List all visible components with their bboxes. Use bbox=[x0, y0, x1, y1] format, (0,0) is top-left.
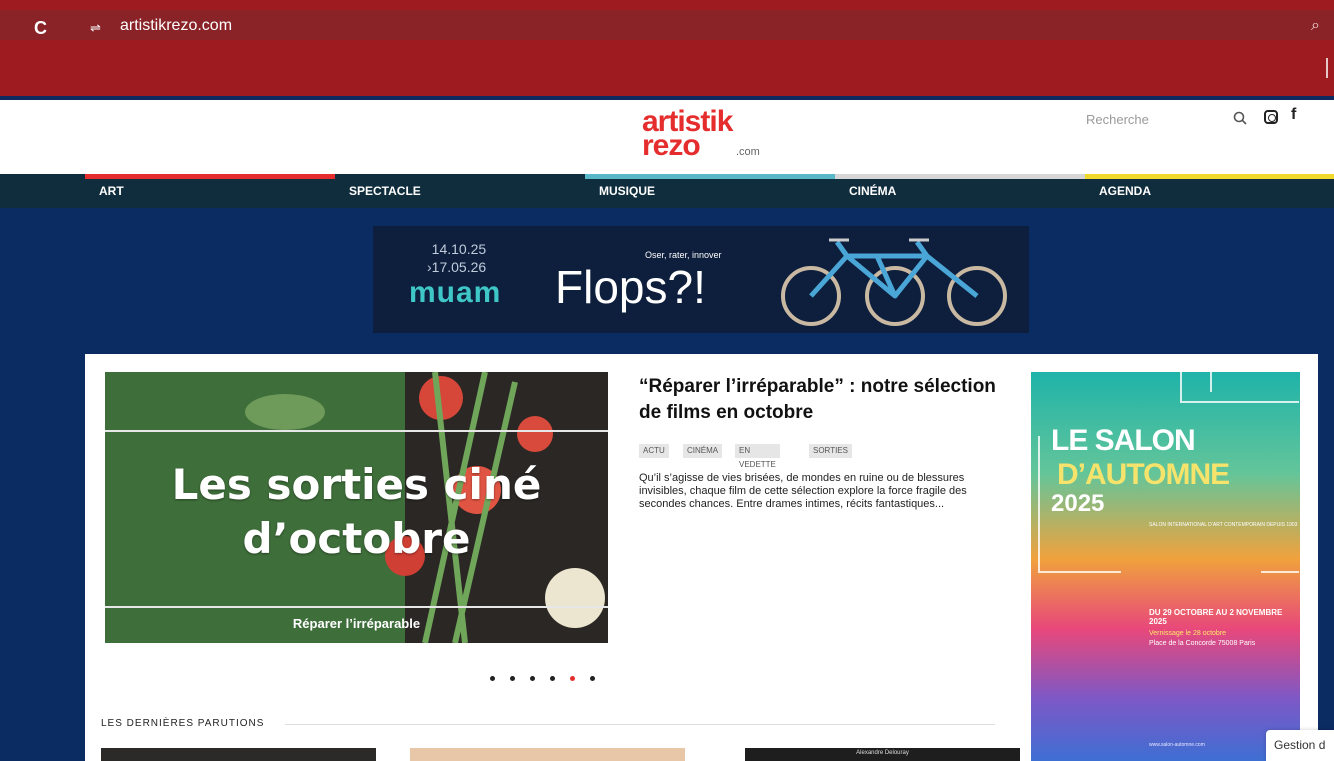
nav-label: CINÉMA bbox=[849, 184, 897, 198]
instagram-icon[interactable] bbox=[1264, 110, 1278, 124]
nav-label: AGENDA bbox=[1099, 184, 1152, 198]
logo-word-rezo: rezo bbox=[642, 129, 701, 162]
featured-slide[interactable]: Les sorties ciné d’octobre Réparer l’irr… bbox=[105, 372, 608, 643]
ad-date-start: 14.10.25 bbox=[431, 241, 487, 257]
tag-cinema[interactable]: CINÉMA bbox=[683, 444, 723, 458]
thumb-label: Alexandre Delouray bbox=[856, 750, 909, 756]
address-bar[interactable]: C ⇌ artistikrezo.com ⌕ bbox=[0, 10, 1334, 40]
nav-stripe bbox=[835, 174, 1085, 179]
tag-actu[interactable]: ACTU bbox=[639, 444, 669, 458]
side-ad-vernissage: Vernissage le 28 octobre bbox=[1149, 630, 1227, 637]
nav-item-agenda[interactable]: AGENDA bbox=[1085, 174, 1334, 208]
nav-stripe bbox=[585, 174, 835, 179]
latest-thumb[interactable] bbox=[101, 748, 376, 761]
latest-section-title: LES DERNIÈRES PARUTIONS bbox=[101, 718, 265, 729]
side-ad-dates: DU 29 OCTOBRE AU 2 NOVEMBRE 2025 bbox=[1149, 608, 1283, 626]
browser-search-icon[interactable]: ⌕ bbox=[1311, 15, 1320, 37]
nav-label: SPECTACLE bbox=[349, 184, 421, 198]
main-content: Les sorties ciné d’octobre Réparer l’irr… bbox=[85, 354, 1318, 761]
slider-dot[interactable] bbox=[550, 676, 555, 681]
reload-icon[interactable]: C bbox=[34, 18, 54, 38]
site-logo[interactable]: artistik rezo .com bbox=[640, 107, 780, 168]
slider-dots bbox=[490, 676, 610, 686]
side-ad[interactable]: LE SALON D’AUTOMNE 2025 SALON INTERNATIO… bbox=[1031, 372, 1300, 761]
slider-dot-active[interactable] bbox=[570, 676, 575, 681]
search-icon[interactable] bbox=[1232, 110, 1248, 126]
chrome-divider bbox=[1326, 58, 1328, 78]
slide-divider bbox=[105, 430, 608, 432]
ad-banner[interactable]: 14.10.25 ›17.05.26 muam Oser, rater, inn… bbox=[373, 226, 1029, 333]
slide-caption: Réparer l’irréparable bbox=[292, 616, 421, 631]
ad-museum-logo: muam bbox=[409, 276, 502, 309]
slide-divider bbox=[105, 606, 608, 608]
side-ad-year: 2025 bbox=[1051, 490, 1105, 517]
slide-title: Les sorties ciné d’octobre bbox=[171, 460, 542, 563]
article-title[interactable]: “Réparer l’irréparable” : notre sélectio… bbox=[639, 374, 999, 426]
side-ad-url: www.salon-automne.com bbox=[1149, 742, 1205, 748]
bicycle-illustration bbox=[781, 238, 1007, 326]
nav-item-art[interactable]: ART bbox=[85, 174, 335, 208]
main-nav: ART SPECTACLE MUSIQUE CINÉMA AGENDA bbox=[0, 174, 1334, 208]
nav-item-spectacle[interactable]: SPECTACLE bbox=[335, 174, 585, 208]
slider-dot[interactable] bbox=[510, 676, 515, 681]
logo-suffix: .com bbox=[736, 146, 760, 158]
nav-stripe bbox=[85, 174, 335, 179]
search-input[interactable] bbox=[1082, 106, 1252, 132]
article-excerpt: Qu’il s’agisse de vies brisées, de monde… bbox=[639, 472, 967, 510]
latest-thumb[interactable] bbox=[410, 748, 685, 761]
site-header: artistik rezo .com f bbox=[0, 96, 1334, 174]
nav-item-musique[interactable]: MUSIQUE bbox=[585, 174, 835, 208]
tag-en-vedette[interactable]: EN VEDETTE bbox=[735, 444, 780, 469]
slider-dot[interactable] bbox=[590, 676, 595, 681]
nav-stripe bbox=[335, 174, 585, 179]
side-ad-subtitle: SALON INTERNATIONAL D’ART CONTEMPORAIN D… bbox=[1149, 522, 1298, 528]
tag-sorties[interactable]: SORTIES bbox=[809, 444, 852, 458]
cookie-settings-button[interactable]: Gestion d bbox=[1266, 730, 1334, 761]
ad-tagline: Oser, rater, innover bbox=[645, 250, 722, 260]
ad-dates: 14.10.25 ›17.05.26 bbox=[427, 240, 486, 276]
side-ad-title-line2: D’AUTOMNE bbox=[1057, 458, 1230, 491]
ad-date-end: ›17.05.26 bbox=[427, 259, 487, 275]
browser-chrome: C ⇌ artistikrezo.com ⌕ bbox=[0, 0, 1334, 96]
section-divider bbox=[285, 724, 995, 725]
latest-thumb[interactable]: Alexandre Delouray bbox=[745, 748, 1020, 761]
side-ad-title-line1: LE SALON bbox=[1051, 424, 1196, 457]
nav-label: ART bbox=[99, 184, 124, 198]
ad-title: Flops?! bbox=[555, 261, 706, 313]
url-text[interactable]: artistikrezo.com bbox=[120, 15, 232, 37]
nav-stripe bbox=[1085, 174, 1334, 179]
nav-item-cinema[interactable]: CINÉMA bbox=[835, 174, 1085, 208]
nav-label: MUSIQUE bbox=[599, 184, 656, 198]
facebook-icon[interactable]: f bbox=[1291, 106, 1296, 124]
site-info-icon[interactable]: ⇌ bbox=[90, 18, 101, 38]
slider-dot[interactable] bbox=[530, 676, 535, 681]
side-ad-place: Place de la Concorde 75008 Paris bbox=[1149, 640, 1256, 647]
slider-dot[interactable] bbox=[490, 676, 495, 681]
